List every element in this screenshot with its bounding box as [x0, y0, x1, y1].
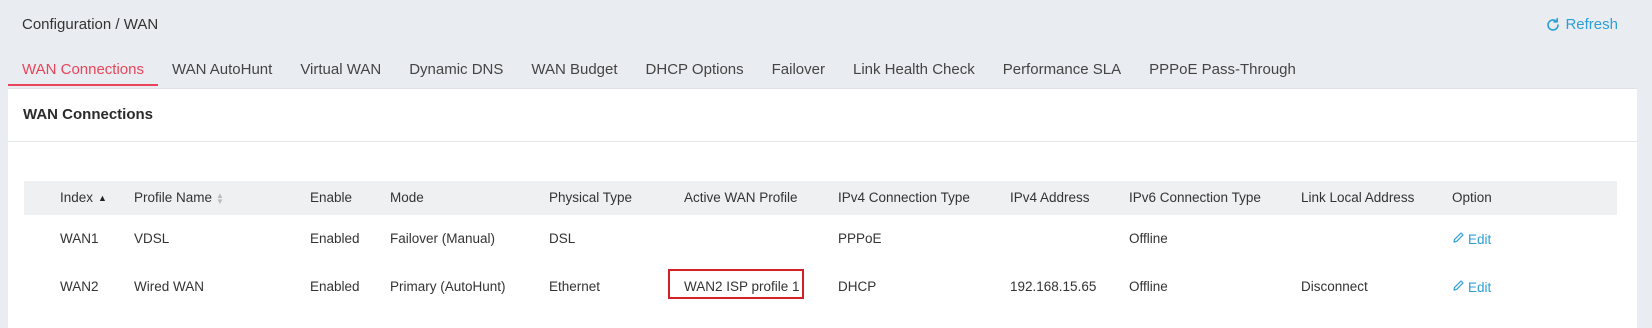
edit-label: Edit — [1468, 279, 1492, 295]
table-row: WAN2 Wired WAN Enabled Primary (AutoHunt… — [24, 261, 1617, 307]
cell-mode: Failover (Manual) — [390, 231, 496, 246]
cell-enable: Enabled — [310, 231, 360, 246]
pencil-icon — [1452, 231, 1465, 247]
column-header-ipv6-connection-type: IPv6 Connection Type — [1129, 190, 1261, 205]
top-bar: Configuration / WAN Refresh — [0, 0, 1652, 50]
cell-profile-name: Wired WAN — [134, 279, 204, 294]
column-header-label: Profile Name — [134, 190, 213, 205]
edit-label: Edit — [1468, 231, 1492, 247]
column-header-enable: Enable — [310, 190, 353, 205]
tab-performance-sla[interactable]: Performance SLA — [989, 56, 1135, 86]
cell-link-local-address: Disconnect — [1301, 279, 1368, 294]
tab-pppoe-pass-through[interactable]: PPPoE Pass-Through — [1135, 56, 1310, 86]
cell-active-wan-profile: WAN2 ISP profile 1 — [684, 279, 800, 294]
breadcrumb: Configuration / WAN — [22, 16, 159, 33]
tab-bar: WAN Connections WAN AutoHunt Virtual WAN… — [8, 56, 1310, 86]
table-row: WAN1 VDSL Enabled Failover (Manual) DSL … — [24, 215, 1617, 261]
card-title: WAN Connections — [23, 106, 153, 123]
sort-ascending-icon: ▲ — [98, 193, 107, 203]
cell-ipv6-connection-type: Offline — [1129, 279, 1168, 294]
cell-enable: Enabled — [310, 279, 360, 294]
column-header-active-wan-profile: Active WAN Profile — [684, 190, 798, 205]
column-header-profile-name[interactable]: Profile Name ▲ ▼ — [134, 190, 224, 206]
refresh-icon — [1545, 17, 1561, 33]
tab-wan-connections[interactable]: WAN Connections — [8, 56, 158, 86]
cell-physical-type: Ethernet — [549, 279, 601, 294]
table-header: Index ▲ Profile Name ▲ ▼ Enable Mode Physic… — [24, 181, 1617, 215]
column-header-option: Option — [1452, 190, 1492, 205]
cell-ipv4-connection-type: DHCP — [838, 279, 877, 294]
wan-connections-card: WAN Connections Index ▲ Profile Name ▲ ▼ En… — [8, 88, 1637, 328]
cell-ipv4-connection-type: PPPoE — [838, 231, 882, 246]
cell-index: WAN1 — [60, 231, 99, 246]
tab-link-health-check[interactable]: Link Health Check — [839, 56, 989, 86]
card-divider — [8, 141, 1637, 142]
tab-dhcp-options[interactable]: DHCP Options — [632, 56, 758, 86]
edit-button[interactable]: Edit — [1452, 279, 1491, 295]
edit-button[interactable]: Edit — [1452, 231, 1491, 247]
cell-profile-name: VDSL — [134, 231, 170, 246]
cell-ipv4-address: 192.168.15.65 — [1010, 279, 1097, 294]
refresh-label: Refresh — [1565, 16, 1618, 33]
wan-connections-table: Index ▲ Profile Name ▲ ▼ Enable Mode Physic… — [24, 181, 1617, 307]
column-header-index[interactable]: Index ▲ — [60, 190, 107, 205]
tab-virtual-wan[interactable]: Virtual WAN — [286, 56, 395, 86]
pencil-icon — [1452, 279, 1465, 295]
column-header-ipv4-address: IPv4 Address — [1010, 190, 1090, 205]
tab-failover[interactable]: Failover — [758, 56, 839, 86]
sort-icon: ▲ ▼ — [216, 191, 224, 206]
tab-wan-budget[interactable]: WAN Budget — [517, 56, 631, 86]
cell-mode: Primary (AutoHunt) — [390, 279, 506, 294]
tab-wan-autohunt[interactable]: WAN AutoHunt — [158, 56, 286, 86]
cell-index: WAN2 — [60, 279, 99, 294]
column-header-link-local-address: Link Local Address — [1301, 190, 1415, 205]
cell-physical-type: DSL — [549, 231, 576, 246]
column-header-ipv4-connection-type: IPv4 Connection Type — [838, 190, 970, 205]
column-header-label: Index — [60, 190, 94, 205]
tab-dynamic-dns[interactable]: Dynamic DNS — [395, 56, 517, 86]
refresh-button[interactable]: Refresh — [1545, 16, 1618, 33]
cell-ipv6-connection-type: Offline — [1129, 231, 1168, 246]
column-header-physical-type: Physical Type — [549, 190, 633, 205]
column-header-mode: Mode — [390, 190, 424, 205]
